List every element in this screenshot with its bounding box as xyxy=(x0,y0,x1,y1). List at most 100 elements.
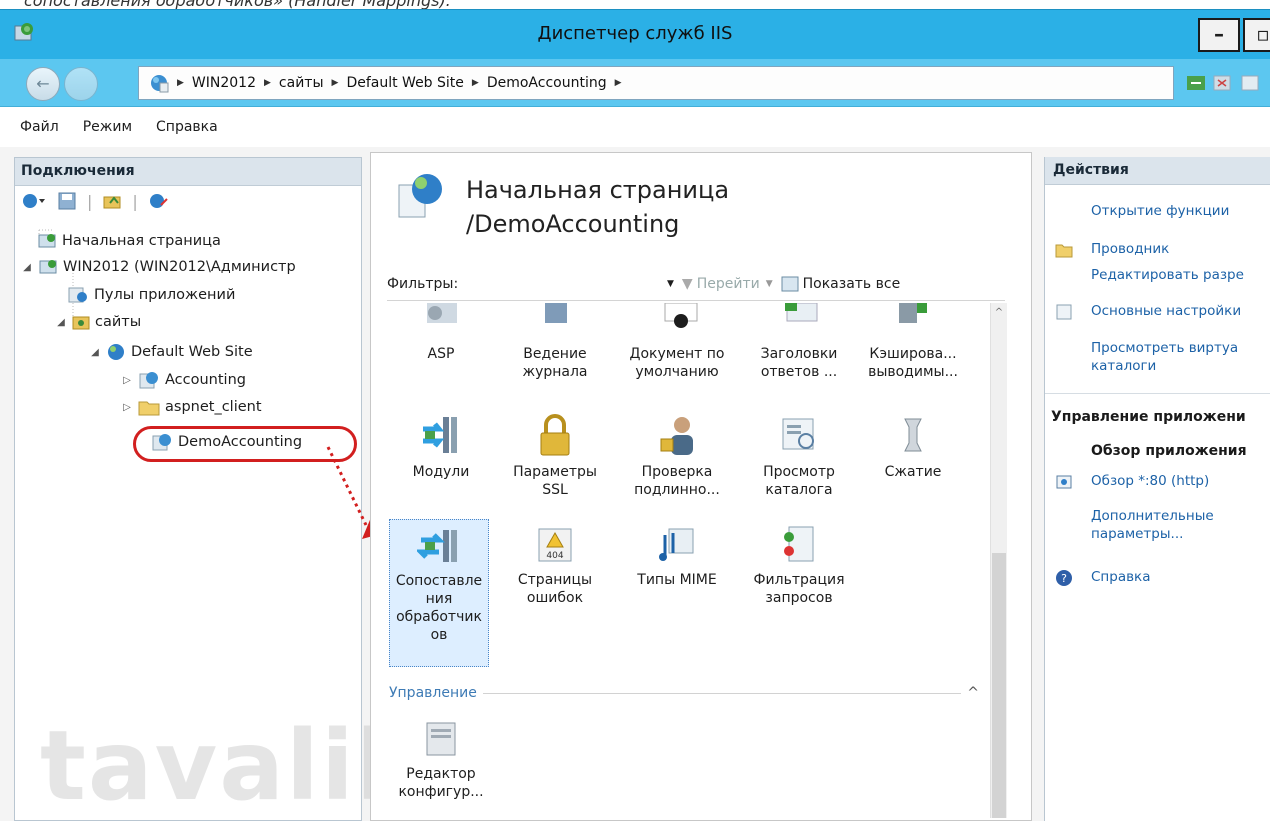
feature-error-pages[interactable]: 404 Страницы ошибок xyxy=(505,525,605,607)
feature-logging-label: Ведение журнала xyxy=(522,346,588,380)
chevron-right-icon: ▶ xyxy=(264,78,271,88)
chevron-right-icon: ▶ xyxy=(177,78,184,88)
feature-authentication[interactable]: Проверка подлинно... xyxy=(627,413,727,499)
globe-icon xyxy=(108,344,124,360)
tree-sites-label: сайты xyxy=(95,314,142,330)
feature-mime-types[interactable]: Типы MIME xyxy=(627,525,727,589)
breadcrumb[interactable]: ▶ WIN2012 ▶ сайты ▶ Default Web Site ▶ D… xyxy=(138,66,1174,100)
title-bar: Диспетчер служб IIS – ▫ xyxy=(0,9,1270,59)
feature-request-filtering[interactable]: Фильтрация запросов xyxy=(749,525,849,607)
menu-help[interactable]: Справка xyxy=(156,119,218,135)
action-open-feature[interactable]: Открытие функции xyxy=(1091,203,1229,219)
back-button[interactable]: ← xyxy=(26,67,60,101)
features-scrollbar[interactable]: ^ xyxy=(990,303,1007,818)
tree-sites[interactable]: ◢ сайты xyxy=(55,314,141,330)
tree-aspnet-client[interactable]: ▷ aspnet_client xyxy=(121,398,262,416)
menu-view[interactable]: Режим xyxy=(83,119,132,135)
feature-handler-mappings-label: Сопоставле ния обработчик ов xyxy=(395,573,483,643)
collapse-arrow-icon[interactable]: ◢ xyxy=(89,347,101,358)
page-title-line1: Начальная страница xyxy=(466,176,730,204)
feature-directory-browsing[interactable]: Просмотр каталога xyxy=(749,413,849,499)
feature-compression[interactable]: Сжатие xyxy=(863,413,963,481)
collapse-arrow-icon[interactable]: ◢ xyxy=(55,317,67,328)
tree-start-page[interactable]: Начальная страница xyxy=(37,232,221,250)
expand-arrow-icon[interactable]: ▷ xyxy=(121,375,133,386)
action-edit-permissions[interactable]: Редактировать разре xyxy=(1091,267,1244,283)
scrollbar-thumb[interactable] xyxy=(992,553,1006,818)
scroll-up-icon[interactable]: ^ xyxy=(991,307,1007,318)
tree-aspnet-client-label: aspnet_client xyxy=(165,399,262,415)
toolbar-separator: | xyxy=(87,191,93,211)
feature-ssl-settings[interactable]: Параметры SSL xyxy=(505,413,605,499)
show-all-button[interactable]: Показать все xyxy=(803,276,901,292)
refresh-icon[interactable] xyxy=(1186,73,1206,93)
tree-accounting[interactable]: ▷ Accounting xyxy=(121,370,246,390)
response-headers-icon xyxy=(785,303,818,322)
action-help[interactable]: Справка xyxy=(1091,569,1150,585)
breadcrumb-demo[interactable]: DemoAccounting xyxy=(487,75,607,91)
tree-server-label: WIN2012 (WIN2012\Администр xyxy=(63,259,296,275)
action-explorer[interactable]: Проводник xyxy=(1091,241,1169,257)
explorer-icon xyxy=(1055,244,1073,258)
chevron-right-icon: ▶ xyxy=(614,78,622,88)
restore-button[interactable]: ▫ xyxy=(1243,18,1270,52)
feature-config-editor-label: Редактор конфигур... xyxy=(398,766,484,800)
feature-default-document[interactable]: Документ по умолчанию xyxy=(627,345,727,381)
help-icon: ? xyxy=(1056,570,1072,586)
save-icon[interactable] xyxy=(57,191,77,211)
breadcrumb-default-site[interactable]: Default Web Site xyxy=(346,75,463,91)
svg-text:?: ? xyxy=(1061,572,1067,585)
feature-response-headers-label: Заголовки ответов ... xyxy=(760,346,838,380)
section-management[interactable]: Управление ^ xyxy=(389,685,979,701)
minimize-button[interactable]: – xyxy=(1198,18,1240,52)
feature-handler-mappings[interactable]: Сопоставле ния обработчик ов xyxy=(389,519,489,667)
feature-config-editor[interactable]: Редактор конфигур... xyxy=(391,719,491,801)
expand-arrow-icon[interactable]: ▷ xyxy=(121,402,133,413)
action-browse-80[interactable]: Обзор *:80 (http) xyxy=(1091,473,1209,489)
forward-button[interactable] xyxy=(64,67,98,101)
page-title: Начальная страница /DemoAccounting xyxy=(466,173,729,241)
application-icon xyxy=(139,372,158,389)
feature-output-caching[interactable]: Кэширова... выводимы... xyxy=(863,345,963,381)
action-basic-settings[interactable]: Основные настройки xyxy=(1091,303,1241,319)
feature-compression-label: Сжатие xyxy=(884,464,942,480)
folder-up-icon[interactable] xyxy=(102,191,122,211)
funnel-icon: ▼ xyxy=(681,275,693,292)
actions-pane: Действия Открытие функции Проводник Реда… xyxy=(1044,157,1270,821)
tree-start-page-label: Начальная страница xyxy=(62,233,221,249)
tree-default-site[interactable]: ◢ Default Web Site xyxy=(89,342,253,362)
browse-icon xyxy=(1056,475,1072,489)
handler-mappings-icon xyxy=(417,530,457,562)
action-advanced-settings[interactable]: Дополнительные параметры... xyxy=(1091,507,1261,543)
chevron-up-icon[interactable]: ^ xyxy=(967,685,979,701)
directory-browse-icon xyxy=(782,418,814,450)
collapse-arrow-icon[interactable]: ◢ xyxy=(21,262,33,273)
show-all-icon xyxy=(781,276,799,291)
tree-default-site-label: Default Web Site xyxy=(131,344,253,360)
feature-modules[interactable]: Модули xyxy=(391,413,491,481)
tree-server[interactable]: ◢ WIN2012 (WIN2012\Администр xyxy=(21,258,296,276)
go-button[interactable]: Перейти xyxy=(697,276,760,292)
tree-app-pools[interactable]: Пулы приложений xyxy=(67,286,235,304)
breadcrumb-sites[interactable]: сайты xyxy=(279,75,324,91)
filter-bar: Фильтры: ▼ ▼ Перейти ▼ Показать все xyxy=(387,267,1005,301)
action-view-virtual-dirs[interactable]: Просмотреть виртуа каталоги xyxy=(1091,339,1267,375)
menu-file[interactable]: Файл xyxy=(20,119,59,135)
stop-icon[interactable] xyxy=(1212,73,1232,93)
actions-divider xyxy=(1045,393,1270,394)
feature-asp[interactable]: ASP xyxy=(391,345,491,363)
page-title-line2: /DemoAccounting xyxy=(466,210,680,238)
asp-icon xyxy=(427,303,457,323)
filter-dropdown-icon[interactable]: ▼ xyxy=(667,279,674,289)
home-icon[interactable] xyxy=(1240,73,1260,93)
modules-icon xyxy=(423,417,457,453)
feature-response-headers[interactable]: Заголовки ответов ... xyxy=(749,345,849,381)
globe-icon xyxy=(151,75,169,93)
go-dropdown-icon[interactable]: ▼ xyxy=(766,279,773,289)
breadcrumb-server[interactable]: WIN2012 xyxy=(192,75,256,91)
feature-logging[interactable]: Ведение журнала xyxy=(505,345,605,381)
disconnect-icon[interactable] xyxy=(148,191,170,211)
chevron-right-icon: ▶ xyxy=(331,78,339,88)
feature-request-filtering-label: Фильтрация запросов xyxy=(753,572,845,606)
connect-icon[interactable] xyxy=(21,191,47,211)
